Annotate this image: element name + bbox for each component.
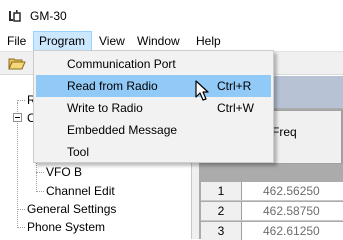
table-row[interactable]: 3 462.61250 — [201, 222, 343, 240]
menu-item-communication-port[interactable]: Communication Port — [36, 53, 271, 75]
open-folder-icon[interactable] — [8, 56, 26, 71]
menu-window[interactable]: Window — [132, 31, 185, 51]
program-menu-dropdown: Communication Port Read from Radio Ctrl+… — [33, 50, 274, 163]
mouse-pointer-icon — [195, 80, 209, 101]
tree-item-general-settings[interactable]: General Settings — [27, 202, 116, 216]
row-number: 1 — [201, 182, 242, 200]
menu-item-embedded-message[interactable]: Embedded Message — [36, 119, 271, 141]
menu-item-label: Embedded Message — [67, 123, 178, 137]
menu-item-shortcut: Ctrl+W — [217, 101, 254, 115]
menu-item-label: Write to Radio — [67, 101, 143, 115]
table-row[interactable]: 1 462.56250 — [201, 182, 343, 201]
menu-item-read-from-radio[interactable]: Read from Radio Ctrl+R — [36, 75, 271, 97]
menu-view[interactable]: View — [94, 31, 130, 51]
menu-item-label: Tool — [67, 145, 90, 159]
tree-item-phone-system[interactable]: Phone System — [27, 220, 105, 234]
menu-item-label: Read from Radio — [67, 79, 158, 93]
radio-app-icon — [9, 10, 21, 22]
tree-collapse-icon[interactable] — [13, 113, 22, 122]
table-row[interactable]: 2 462.58750 — [201, 202, 343, 221]
tree-item-vfo-b[interactable]: VFO B — [46, 165, 82, 179]
row-number: 3 — [201, 222, 242, 240]
menu-help[interactable]: Help — [191, 31, 226, 51]
window-title: GM-30 — [30, 9, 67, 23]
menu-item-write-to-radio[interactable]: Write to Radio Ctrl+W — [36, 97, 271, 119]
rx-freq-cell[interactable]: 462.61250 — [263, 222, 320, 240]
menu-item-label: Communication Port — [67, 57, 176, 71]
menu-file[interactable]: File — [2, 31, 31, 51]
rx-freq-cell[interactable]: 462.56250 — [263, 182, 320, 200]
title-bar: GM-30 — [0, 0, 343, 31]
tree-item-channel-edit[interactable]: Channel Edit — [46, 184, 115, 198]
menu-program[interactable]: Program — [33, 31, 92, 51]
menu-item-shortcut: Ctrl+R — [217, 79, 252, 93]
row-number: 2 — [201, 202, 242, 220]
menu-item-tool[interactable]: Tool — [36, 141, 271, 163]
menu-bar: File Program View Window Help — [0, 31, 343, 51]
rx-freq-cell[interactable]: 462.58750 — [263, 202, 320, 220]
